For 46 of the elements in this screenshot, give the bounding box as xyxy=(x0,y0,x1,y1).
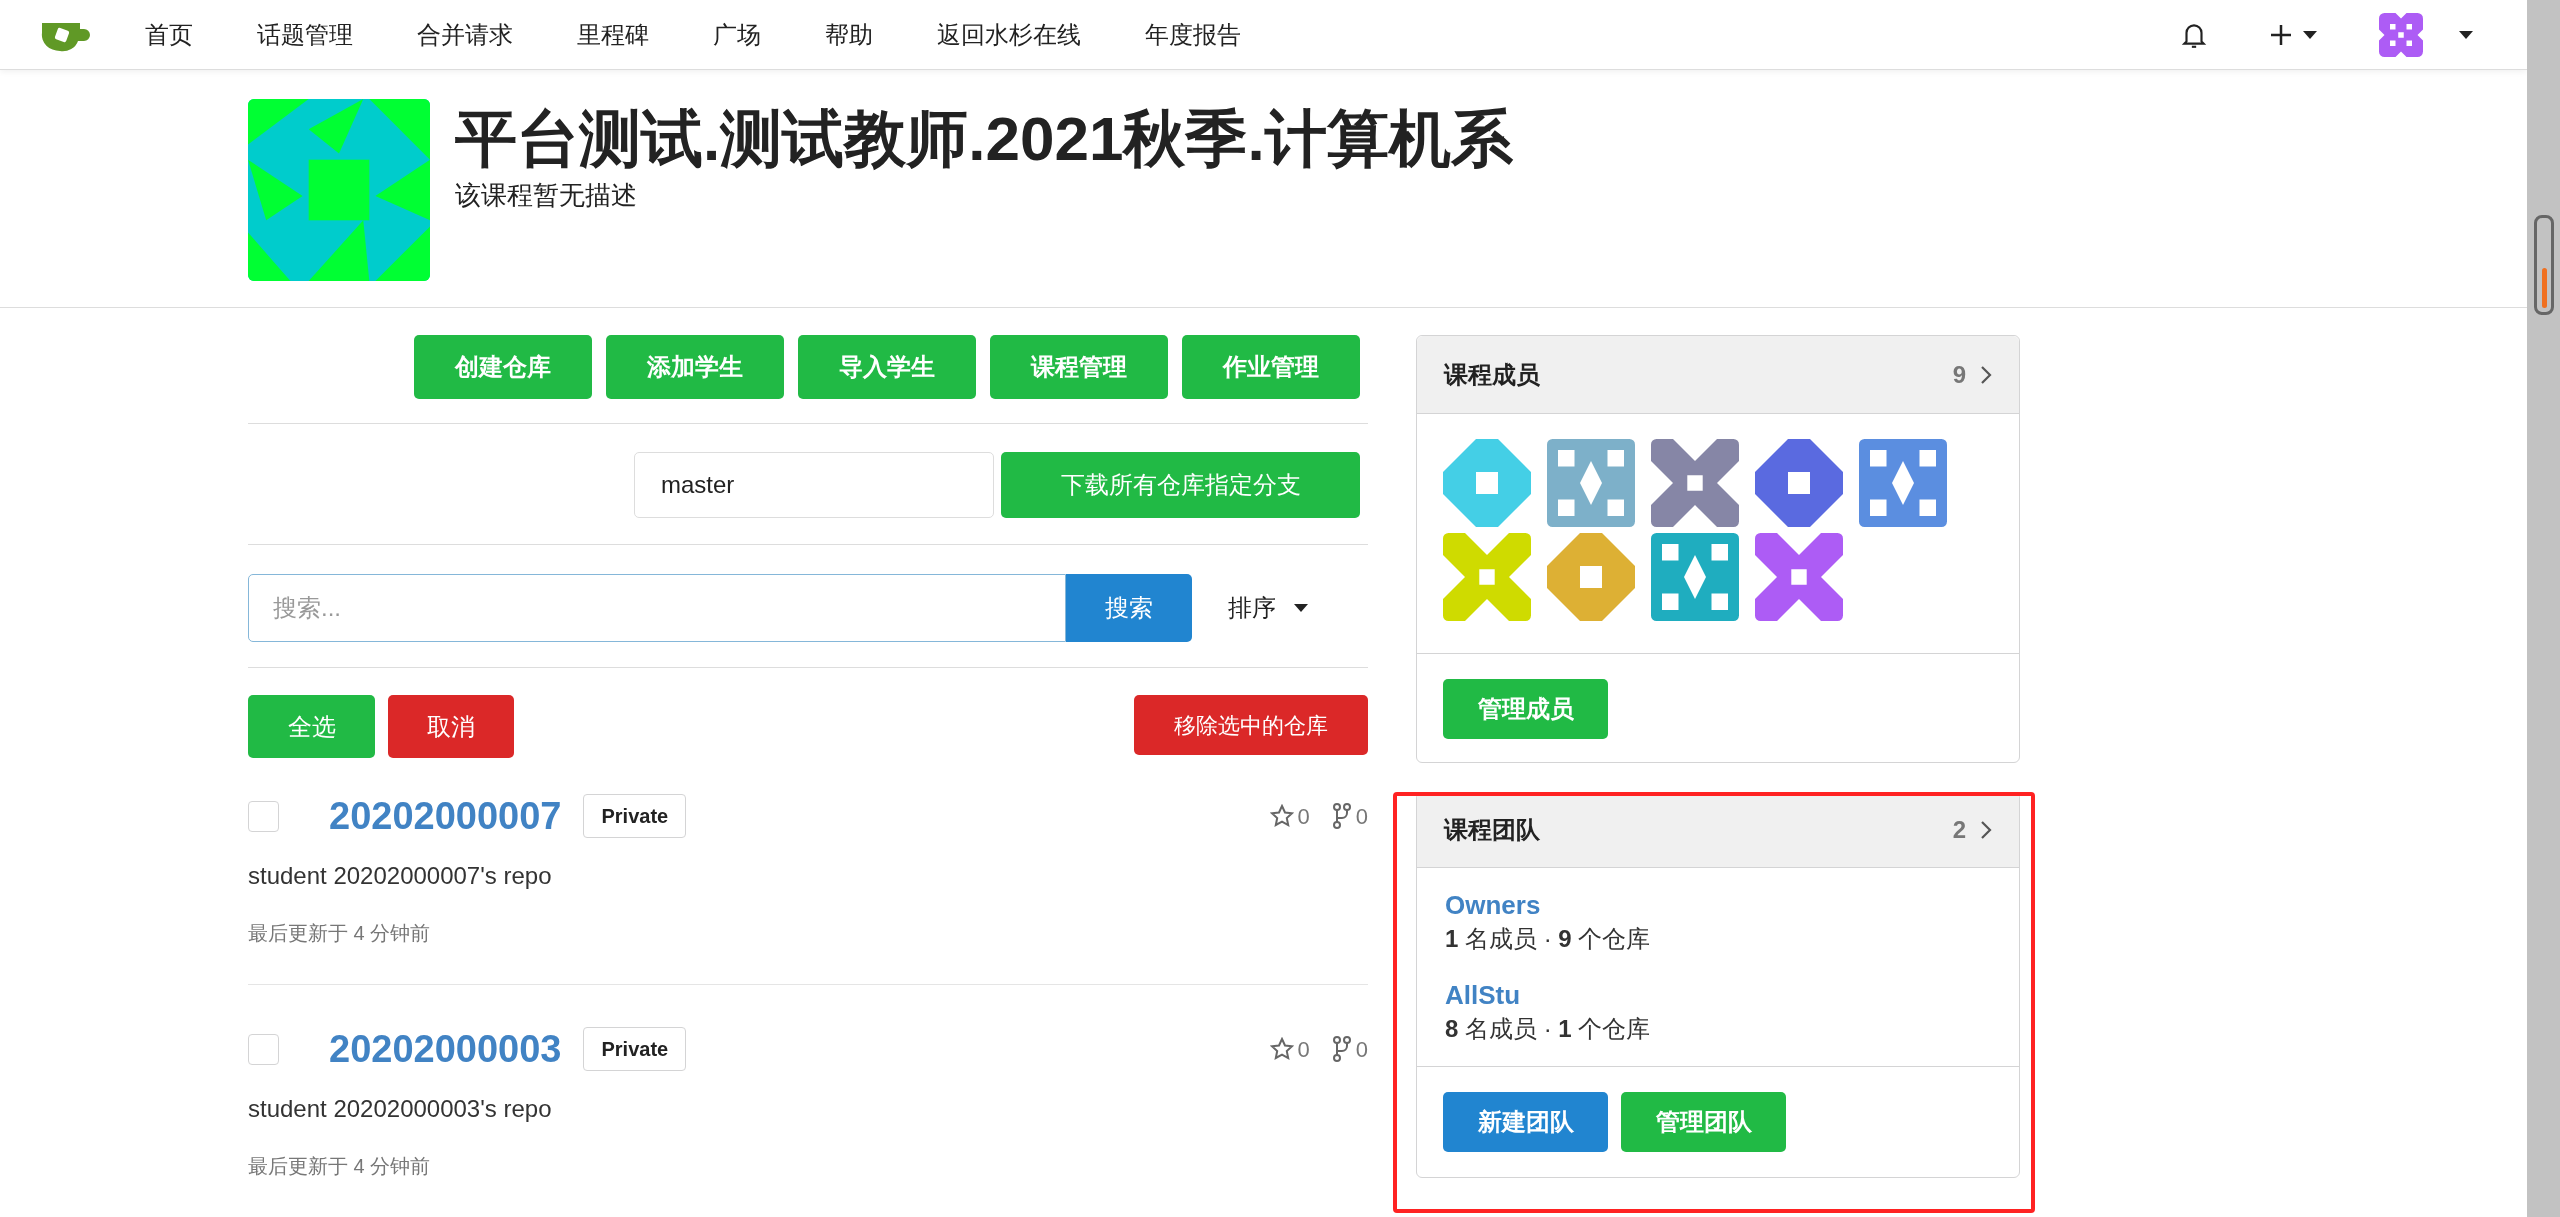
remove-selected-button[interactable]: 移除选中的仓库 xyxy=(1134,695,1368,755)
repo-description: student 20202000007's repo xyxy=(248,861,553,891)
course-title: 平台测试.测试教师.2021秋季.计算机系 xyxy=(455,103,1513,175)
team-stats: 8 名成员 · 1 个仓库 xyxy=(1445,1014,1652,1044)
cancel-button[interactable]: 取消 xyxy=(388,695,514,758)
nav-link[interactable]: 年度报告 xyxy=(1113,16,1273,53)
fork-count: 0 xyxy=(1355,1035,1368,1064)
visibility-label: Private xyxy=(583,794,687,838)
last-updated-text: 最后更新于 4 分钟前 xyxy=(248,1154,432,1179)
nav-link[interactable]: 合并请求 xyxy=(385,16,545,53)
team-name-link[interactable]: Owners xyxy=(1445,888,1991,922)
repo-name-link[interactable]: 20202000003 xyxy=(329,1025,562,1073)
search-input-field[interactable]: 搜索... xyxy=(248,574,1066,642)
action-button[interactable]: 作业管理 xyxy=(1182,335,1360,399)
card-title: 课程成员 xyxy=(1444,359,1540,390)
team-stats: 1 名成员 · 9 个仓库 xyxy=(1445,924,1652,954)
team-action-button[interactable]: 管理团队 xyxy=(1621,1092,1786,1152)
branch-input-field[interactable]: master xyxy=(634,452,994,518)
action-button[interactable]: 添加学生 xyxy=(606,335,784,399)
repo-name-link[interactable]: 20202000007 xyxy=(329,792,562,840)
download-branch-button[interactable]: 下载所有仓库指定分支 xyxy=(1001,452,1360,518)
team-name-link[interactable]: AllStu xyxy=(1445,978,1991,1012)
last-updated-text: 最后更新于 4 分钟前 xyxy=(248,921,432,946)
member-count: 9 xyxy=(1952,359,1966,390)
action-button[interactable]: 导入学生 xyxy=(798,335,976,399)
card-title: 课程团队 xyxy=(1444,815,1540,845)
sort-dropdown[interactable]: 排序 xyxy=(1228,590,1308,626)
action-button[interactable]: 课程管理 xyxy=(990,335,1168,399)
nav-link[interactable]: 话题管理 xyxy=(225,16,385,53)
nav-link[interactable]: 广场 xyxy=(681,16,793,53)
nav-link[interactable]: 返回水杉在线 xyxy=(905,16,1113,53)
star-count: 0 xyxy=(1297,802,1310,831)
visibility-label: Private xyxy=(583,1027,687,1071)
search-button[interactable]: 搜索 xyxy=(1066,574,1192,642)
nav-link[interactable]: 里程碑 xyxy=(545,16,681,53)
manage-members-button[interactable]: 管理成员 xyxy=(1443,679,1608,739)
team-action-button[interactable]: 新建团队 xyxy=(1443,1092,1608,1152)
course-description: 该课程暂无描述 xyxy=(455,179,638,211)
repo-description: student 20202000003's repo xyxy=(248,1094,553,1124)
nav-link[interactable]: 帮助 xyxy=(793,16,905,53)
nav-link[interactable]: 首页 xyxy=(113,16,225,53)
fork-count: 0 xyxy=(1355,802,1368,831)
team-count: 2 xyxy=(1952,815,1966,845)
select-all-button[interactable]: 全选 xyxy=(248,695,375,758)
star-count: 0 xyxy=(1297,1035,1310,1064)
action-button[interactable]: 创建仓库 xyxy=(414,335,592,399)
